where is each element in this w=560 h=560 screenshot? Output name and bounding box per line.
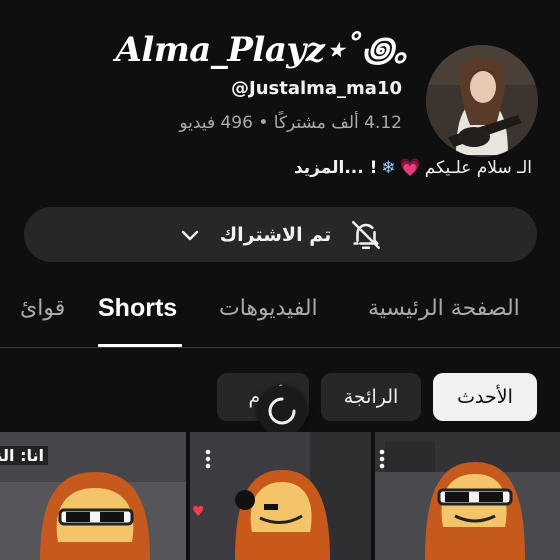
short-thumbnail[interactable]: انا: النس [0, 432, 186, 560]
channel-handle: @Justalma_ma10 [231, 78, 402, 99]
more-options-icon[interactable] [204, 448, 212, 470]
short-thumbnail[interactable]: ♥ [190, 432, 371, 560]
short-thumbnail[interactable] [375, 432, 560, 560]
heart-icon: 💗 [399, 158, 421, 178]
channel-avatar[interactable] [426, 45, 538, 157]
thumbnail-caption: انا: النس [0, 446, 48, 465]
tab-shorts[interactable]: Shorts [98, 294, 177, 323]
active-tab-indicator [98, 344, 182, 347]
more-link[interactable]: ! ...المزيد [294, 158, 377, 178]
channel-tabs: الصفحة الرئيسية الفيديوهات Shorts قوائ [0, 276, 560, 348]
more-options-icon[interactable] [378, 448, 386, 470]
bio-text: الـ سلام علـيكم [424, 158, 532, 178]
svg-text:♥: ♥ [192, 504, 205, 520]
tab-videos[interactable]: الفيديوهات [219, 296, 318, 321]
loading-spinner-icon [257, 386, 307, 436]
filter-popular-chip[interactable]: الرائجة [321, 373, 421, 421]
filter-latest-chip[interactable]: الأحدث [433, 373, 537, 421]
channel-description[interactable]: الـ سلام علـيكم 💗 ❄ ! ...المزيد [294, 158, 532, 178]
snowflake-icon: ❄ [381, 158, 396, 178]
channel-name: Alma_Playz⋆˚꩜｡ [115, 30, 411, 70]
tab-home[interactable]: الصفحة الرئيسية [368, 296, 520, 321]
chevron-down-icon [178, 223, 202, 247]
channel-stats: 4.12 ألف مشتركًا • 496 فيديو [179, 113, 402, 133]
subscribed-label: تم الاشتراك [219, 223, 332, 246]
tab-playlists[interactable]: قوائ [20, 296, 65, 321]
subscribed-button[interactable]: تم الاشتراك [24, 207, 537, 262]
bell-off-icon [349, 218, 383, 252]
